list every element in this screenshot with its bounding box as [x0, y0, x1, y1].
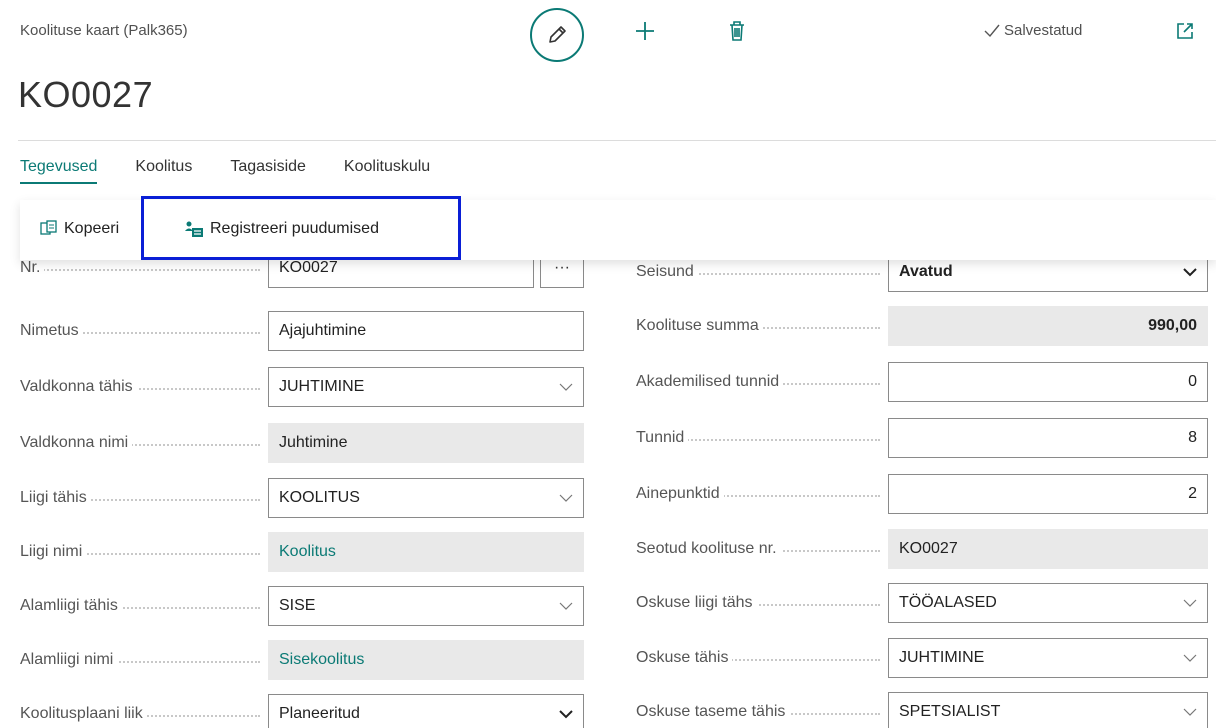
field-koolituse-summa: Koolituse summa 990,00 [636, 306, 1216, 346]
chevron-down-icon [559, 602, 573, 610]
koolitusplaani-liik-select[interactable]: Planeeritud [268, 694, 584, 728]
valdkonna-nimi-value: Juhtimine [268, 423, 584, 463]
field-akademilised-tunnid: Akademilised tunnid 0 [636, 362, 1216, 402]
alamliigi-nimi-link[interactable]: Sisekoolitus [268, 640, 584, 680]
valdkonna-tahis-select[interactable]: JUHTIMINE [268, 367, 584, 407]
tab-koolituskulu[interactable]: Koolituskulu [344, 158, 430, 184]
plus-icon [636, 22, 654, 40]
field-label: Oskuse liigi tähs [636, 594, 757, 611]
select-value: Planeeritud [279, 705, 360, 722]
field-label: Valdkonna tähis [20, 378, 137, 395]
saved-label: Salvestatud [1004, 22, 1083, 39]
oskuse-liigi-tahs-select[interactable]: TÖÖALASED [888, 583, 1208, 623]
copy-icon [40, 220, 57, 235]
page-title: KO0027 [18, 74, 154, 115]
chevron-down-icon [1183, 268, 1197, 277]
field-label: Tunnid [636, 429, 689, 446]
nimetus-input[interactable]: Ajajuhtimine [268, 311, 584, 351]
field-koolitusplaani-liik: Koolitusplaani liik Planeeritud [20, 694, 590, 728]
tab-tegevused[interactable]: Tegevused [20, 158, 98, 184]
tab-tagasiside[interactable]: Tagasiside [230, 158, 306, 184]
oskuse-taseme-tahis-select[interactable]: SPETSIALIST [888, 692, 1208, 728]
field-alamliigi-tahis: Alamliigi tähis SISE [20, 586, 590, 626]
liigi-nimi-link[interactable]: Koolitus [268, 532, 584, 572]
register-absence-icon [185, 221, 203, 237]
select-value: SISE [279, 597, 316, 614]
popout-icon [1177, 23, 1193, 39]
field-label: Seisund [636, 263, 698, 280]
chevron-down-icon [1183, 708, 1197, 716]
oskuse-tahis-select[interactable]: JUHTIMINE [888, 638, 1208, 678]
register-absences-button[interactable]: Registreeri puudumised [184, 220, 379, 238]
field-alamliigi-nimi: Alamliigi nimi Sisekoolitus [20, 640, 590, 680]
liigi-tahis-select[interactable]: KOOLITUS [268, 478, 584, 518]
pencil-icon [549, 26, 566, 43]
header-divider [18, 140, 1216, 141]
field-valdkonna-tahis: Valdkonna tähis JUHTIMINE [20, 367, 590, 407]
field-seotud-koolituse-nr: Seotud koolituse nr. KO0027 [636, 529, 1216, 569]
register-absences-label: Registreeri puudumised [210, 220, 379, 237]
field-label: Alamliigi nimi [20, 651, 118, 668]
field-ainepunktid: Ainepunktid 2 [636, 474, 1216, 514]
chevron-down-icon [559, 710, 573, 719]
field-oskuse-taseme-tahis: Oskuse taseme tähis SPETSIALIST [636, 692, 1216, 728]
saved-status: Salvestatud [984, 22, 1082, 39]
chevron-down-icon [1183, 654, 1197, 662]
breadcrumb: Koolituse kaart (Palk365) [20, 22, 188, 39]
seotud-koolituse-nr-value: KO0027 [888, 529, 1208, 569]
akademilised-tunnid-input[interactable]: 0 [888, 362, 1208, 402]
chevron-down-icon [559, 494, 573, 502]
field-label: Nimetus [20, 322, 83, 339]
field-label: Koolitusplaani liik [20, 705, 147, 722]
field-label: Oskuse tähis [636, 649, 733, 666]
tunnid-input[interactable]: 8 [888, 418, 1208, 458]
field-tunnid: Tunnid 8 [636, 418, 1216, 458]
field-label: Akademilised tunnid [636, 373, 784, 390]
chevron-down-icon [559, 383, 573, 391]
field-oskuse-tahis: Oskuse tähis JUHTIMINE [636, 638, 1216, 678]
action-tabs: Tegevused Koolitus Tagasiside Koolitusku… [20, 158, 468, 184]
select-value: JUHTIMINE [279, 378, 365, 395]
field-oskuse-liigi-tahs: Oskuse liigi tähs TÖÖALASED [636, 583, 1216, 623]
trash-icon [730, 21, 744, 41]
field-label: Liigi tähis [20, 489, 91, 506]
delete-button[interactable] [720, 14, 754, 48]
field-label: Liigi nimi [20, 543, 87, 560]
copy-label: Kopeeri [64, 220, 120, 237]
select-value: JUHTIMINE [899, 649, 985, 666]
field-label: Seotud koolituse nr. [636, 540, 781, 557]
open-new-window-button[interactable] [1172, 18, 1198, 44]
chevron-down-icon [1183, 599, 1197, 607]
select-value: SPETSIALIST [899, 703, 1001, 720]
tab-koolitus[interactable]: Koolitus [135, 158, 192, 184]
ainepunktid-input[interactable]: 2 [888, 474, 1208, 514]
field-label: Valdkonna nimi [20, 434, 133, 451]
edit-button[interactable] [530, 8, 584, 62]
alamliigi-tahis-select[interactable]: SISE [268, 586, 584, 626]
field-valdkonna-nimi: Valdkonna nimi Juhtimine [20, 423, 590, 463]
copy-button[interactable]: Kopeeri [40, 220, 119, 238]
field-label: Ainepunktid [636, 485, 724, 502]
checkmark-icon [984, 24, 1000, 37]
field-label: Nr. [20, 259, 45, 276]
select-value: TÖÖALASED [899, 594, 997, 611]
field-liigi-nimi: Liigi nimi Koolitus [20, 532, 590, 572]
field-liigi-tahis: Liigi tähis KOOLITUS [20, 478, 590, 518]
select-value: KOOLITUS [279, 489, 360, 506]
select-value: Avatud [899, 263, 953, 280]
action-bar: Kopeeri Registreeri puudumised [20, 200, 1216, 260]
new-button[interactable] [628, 14, 662, 48]
field-nimetus: Nimetus Ajajuhtimine [20, 311, 590, 351]
field-label: Koolituse summa [636, 317, 763, 334]
field-label: Alamliigi tähis [20, 597, 122, 614]
field-label: Oskuse taseme tähis [636, 703, 790, 720]
koolituse-summa-value: 990,00 [888, 306, 1208, 346]
